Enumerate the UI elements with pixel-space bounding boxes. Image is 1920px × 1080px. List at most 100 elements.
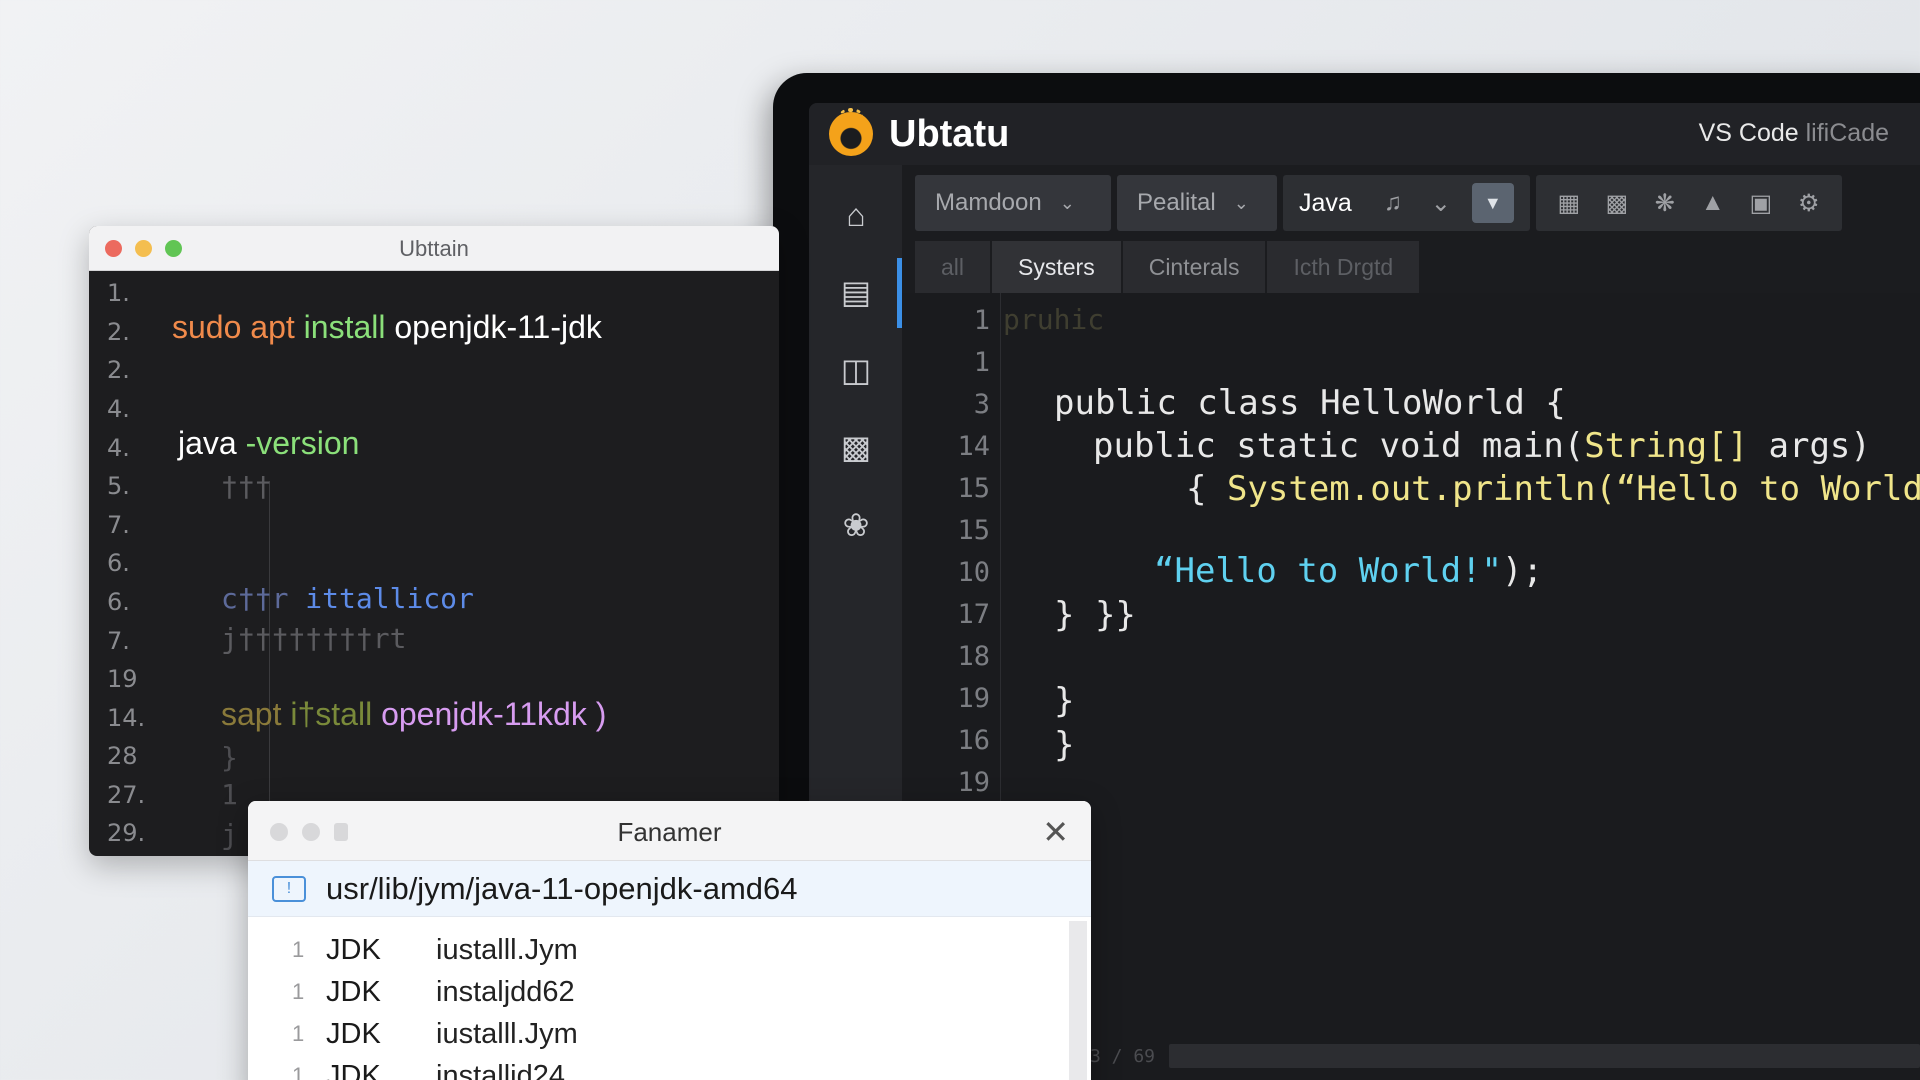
code-string: “Hello to World!" (1154, 551, 1502, 591)
chevron-down-icon: ⌄ (1233, 192, 1249, 213)
code-print-a: { (1186, 469, 1227, 509)
home-icon[interactable]: ⌂ (837, 198, 875, 232)
line-number: 29. (107, 819, 146, 847)
line-number: 19 (957, 767, 990, 798)
dropdown-mamdoon-label: Mamdoon (935, 189, 1042, 216)
terminal-titlebar: Ubttain (89, 226, 779, 271)
list-item[interactable]: 1 JDK installjd24 (248, 1055, 1065, 1080)
app-titlebar: Ubtatu VS Code lifiCade (809, 103, 1920, 165)
command-sapt: sapt i†stall openjdk-11kdk ) (221, 696, 606, 733)
line-number: 16 (957, 725, 990, 756)
app-subtitle-faded: lifiCade (1805, 119, 1889, 147)
line-number: 14 (957, 431, 990, 462)
scribble-text-2: j††††††††rt (221, 622, 407, 655)
tab-cinterals[interactable]: Cinterals (1122, 241, 1266, 293)
settings-icon[interactable]: ⚙ (1792, 189, 1826, 218)
clipboard-icon[interactable]: ▩ (1600, 189, 1634, 218)
code-string-end: ); (1502, 551, 1543, 591)
code-main-b: String[] (1584, 426, 1749, 466)
row-jdk: JDK (326, 975, 381, 1008)
cmd-paren: ) (595, 696, 607, 732)
row-text: instaljdd62 (436, 975, 575, 1008)
explorer-icon[interactable]: ◫ (837, 353, 875, 387)
debug-icon[interactable]: ❀ (837, 508, 875, 542)
line-number: 15 (957, 473, 990, 504)
horizontal-scrollbar[interactable] (1169, 1044, 1920, 1068)
line-number: 5. (107, 472, 130, 500)
cmd-flag: -version (245, 425, 360, 461)
line-number: 7. (107, 627, 130, 655)
bell-icon[interactable]: ▲ (1696, 189, 1730, 217)
row-number: 1 (292, 1021, 305, 1046)
code-print-line: { System.out.println(“Hello to World!") (1186, 469, 1920, 509)
files-icon[interactable]: ▤ (837, 275, 875, 309)
line-number: 2. (107, 318, 130, 346)
language-group: Java ♫ ⌄ ▼ (1283, 175, 1530, 231)
cmd-istall: i†stall (290, 696, 373, 732)
app-subtitle: VS Code lifiCade (1699, 119, 1889, 148)
editor-tabs: all Systers Cinterals Icth Drgtd (915, 241, 1420, 293)
app-subtitle-main: VS Code (1698, 119, 1799, 147)
row-jdk: JDK (326, 1017, 381, 1050)
line-number: 2. (107, 356, 130, 384)
row-text: iustalll.Jym (436, 933, 578, 966)
dropdown-pealital[interactable]: Pealital ⌄ (1117, 175, 1277, 231)
close-icon[interactable]: ✕ (1042, 813, 1069, 851)
line-number: 27. (107, 781, 146, 809)
cmd-install: install (303, 309, 386, 345)
j-text: j (221, 818, 238, 851)
row-number: 1 (292, 937, 305, 962)
line-number: 19 (957, 683, 990, 714)
path-row[interactable]: ! usr/lib/jym/java-11-openjdk-amd64 (248, 861, 1091, 917)
toolbar-actions: ▦ ▩ ❋ ▲ ▣ ⚙ (1535, 175, 1842, 231)
line-number: 4. (107, 395, 130, 423)
line-number: 15 (957, 515, 990, 546)
code-close-line-2: } (1054, 681, 1075, 721)
run-button[interactable]: ▼ (1471, 183, 1514, 223)
command-ittallicor: c††r ittallicor (221, 582, 474, 615)
row-jdk: JDK (326, 933, 381, 966)
line-number: 4. (107, 434, 130, 462)
brace-text: } (221, 741, 238, 774)
vertical-scrollbar[interactable] (1069, 921, 1087, 1080)
cmd-java: java (178, 425, 237, 461)
line-number: 10 (957, 557, 990, 588)
dialog-titlebar: Fanamer ✕ (248, 801, 1091, 861)
path-text: usr/lib/jym/java-11-openjdk-amd64 (326, 870, 798, 906)
cmd-c: c††r (221, 582, 289, 615)
line-number: 7. (107, 511, 130, 539)
briefcase-icon[interactable]: ▣ (1744, 189, 1778, 218)
ghost-code: pruhic (1003, 303, 1105, 336)
line-number: 14. (107, 704, 146, 732)
music-icon[interactable]: ♫ (1376, 189, 1410, 217)
code-close-line-3: } (1054, 725, 1075, 765)
extensions-icon[interactable]: ▩ (837, 430, 875, 464)
row-text: installjd24 (436, 1059, 565, 1080)
chevron-down-icon[interactable]: ⌄ (1424, 189, 1458, 218)
folder-icon: ! (272, 875, 306, 902)
row-number: 1 (292, 979, 305, 1004)
list-item[interactable]: 1 JDK iustalll.Jym (248, 1013, 1065, 1055)
toolbar: Mamdoon ⌄ Pealital ⌄ Java ♫ ⌄ ▼ ▦ ▩ ❋ ▲ … (915, 175, 1920, 231)
line-number: 1 (973, 305, 990, 336)
jdk-list: 1 JDK iustalll.Jym 1 JDK instaljdd62 1 J… (248, 929, 1065, 1080)
bug-icon[interactable]: ❋ (1648, 189, 1682, 218)
row-number: 1 (292, 1063, 305, 1080)
line-number: 3 (973, 389, 990, 420)
command-version: java -version (178, 425, 359, 462)
tab-systers[interactable]: Systers (992, 241, 1121, 293)
list-item[interactable]: 1 JDK iustalll.Jym (248, 929, 1065, 971)
cmd-openjdk: openjdk-11kdk (381, 696, 587, 732)
one-text: 1 (221, 778, 238, 811)
code-string-line: “Hello to World!"); (1154, 551, 1543, 591)
tab-all[interactable]: all (915, 241, 991, 293)
layout-icon[interactable]: ▦ (1552, 189, 1586, 218)
list-item[interactable]: 1 JDK instaljdd62 (248, 971, 1065, 1013)
language-selector[interactable]: Java (1299, 189, 1352, 218)
tab-icth[interactable]: Icth Drgtd (1267, 241, 1420, 293)
cmd-sudo: sudo apt (172, 309, 295, 345)
line-number: 28 (107, 742, 138, 770)
terminal-window: Ubttain 1. 2. 2. 4. 4. 5. 7. 6. 6. 7. 19… (89, 226, 779, 856)
dropdown-mamdoon[interactable]: Mamdoon ⌄ (915, 175, 1111, 231)
line-number: 6. (107, 549, 130, 577)
